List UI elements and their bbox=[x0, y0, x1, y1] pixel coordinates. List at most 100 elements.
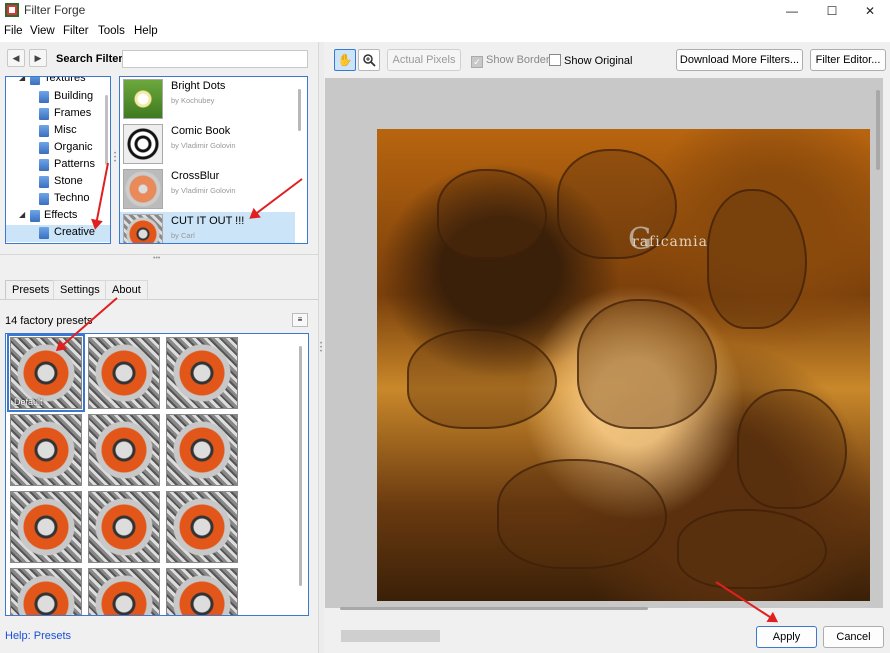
tree-item-patterns[interactable]: Patterns bbox=[6, 157, 110, 174]
window-title: Filter Forge bbox=[24, 3, 86, 17]
bottom-bar: Apply Cancel bbox=[325, 612, 890, 653]
filter-item-bright-dots[interactable]: Bright Dots by Kochubey bbox=[120, 77, 295, 122]
filter-name: CrossBlur bbox=[171, 170, 220, 182]
preset-caption: Default bbox=[14, 397, 43, 407]
preview-vertical-scrollbar[interactable] bbox=[876, 90, 880, 170]
help-presets-link[interactable]: Help: Presets bbox=[5, 630, 71, 642]
search-filters-input[interactable] bbox=[122, 50, 308, 68]
bright-dots-thumbnail bbox=[123, 79, 163, 119]
menu-filter[interactable]: Filter bbox=[63, 25, 89, 37]
preset-thumbnail[interactable] bbox=[166, 337, 238, 409]
preview-toolbar: ✋ Actual Pixels ✓ Show Border Show Origin… bbox=[325, 42, 890, 78]
tree-item-stone[interactable]: Stone bbox=[6, 174, 110, 191]
presets-grid: Default bbox=[5, 333, 309, 616]
preset-thumbnail[interactable] bbox=[10, 491, 82, 563]
checkbox-checked-icon: ✓ bbox=[471, 56, 483, 68]
preset-menu-icon[interactable]: ≡ bbox=[292, 313, 308, 327]
cancel-button[interactable]: Cancel bbox=[823, 626, 884, 648]
back-button[interactable]: ◀ bbox=[7, 49, 25, 67]
zoom-tool-icon[interactable] bbox=[358, 49, 380, 71]
minimize-button[interactable]: — bbox=[772, 0, 812, 22]
tab-settings[interactable]: Settings bbox=[53, 280, 107, 300]
apply-button[interactable]: Apply bbox=[756, 626, 817, 648]
vertical-splitter[interactable]: • • • bbox=[318, 42, 324, 653]
tree-item-label: Patterns bbox=[54, 158, 95, 170]
tree-item-label: Frames bbox=[54, 107, 92, 119]
show-border-label: Show Border bbox=[486, 54, 550, 66]
filter-item-comic-book[interactable]: Comic Book by Vladimir Golovin bbox=[120, 122, 295, 167]
preset-thumbnail[interactable]: Default bbox=[7, 334, 85, 412]
filter-author: by Vladimir Golovin bbox=[171, 186, 236, 195]
close-button[interactable]: ✕ bbox=[850, 0, 890, 22]
preset-thumbnail[interactable] bbox=[10, 414, 82, 486]
tab-about[interactable]: About bbox=[105, 280, 148, 300]
tree-item-organic[interactable]: Organic bbox=[6, 140, 110, 157]
tree-item-techno[interactable]: Techno bbox=[6, 191, 110, 208]
folder-icon bbox=[39, 91, 49, 103]
filter-list: Bright Dots by Kochubey Comic Book by Vl… bbox=[119, 76, 308, 244]
tree-item-frames[interactable]: Frames bbox=[6, 106, 110, 123]
forward-button[interactable]: ▶ bbox=[29, 49, 47, 67]
show-original-checkbox[interactable]: Show Original bbox=[549, 54, 632, 67]
preset-thumbnail[interactable] bbox=[166, 414, 238, 486]
checkbox-icon bbox=[549, 54, 561, 66]
preset-thumbnail[interactable] bbox=[88, 491, 160, 563]
preview-area[interactable]: Graficamia bbox=[325, 78, 883, 608]
filter-author: by Carl bbox=[171, 231, 195, 240]
tree-item-label: Effects bbox=[44, 209, 78, 221]
tree-item-label: Stone bbox=[54, 175, 83, 187]
menu-view[interactable]: View bbox=[30, 25, 55, 37]
preset-thumbnail[interactable] bbox=[88, 414, 160, 486]
crossblur-thumbnail bbox=[123, 169, 163, 209]
tree-item-label: Techno bbox=[54, 192, 90, 204]
filter-list-scrollbar[interactable] bbox=[298, 89, 301, 131]
filter-name: Comic Book bbox=[171, 125, 231, 137]
preset-thumbnail[interactable] bbox=[166, 491, 238, 563]
actual-pixels-button[interactable]: Actual Pixels bbox=[387, 49, 461, 71]
preset-thumbnail[interactable] bbox=[10, 568, 82, 615]
filter-editor-button[interactable]: Filter Editor... bbox=[810, 49, 886, 71]
menu-bar: File View Filter Tools Help bbox=[0, 22, 890, 42]
show-border-checkbox[interactable]: ✓ Show Border bbox=[471, 54, 550, 68]
hand-tool-icon[interactable]: ✋ bbox=[334, 49, 356, 71]
show-original-label: Show Original bbox=[564, 55, 633, 67]
folder-icon bbox=[39, 159, 49, 171]
folder-icon bbox=[39, 227, 49, 239]
maximize-button[interactable]: ☐ bbox=[812, 0, 852, 22]
tab-presets[interactable]: Presets bbox=[5, 280, 57, 300]
preview-horizontal-scrollbar[interactable] bbox=[340, 607, 648, 610]
tree-scrollbar[interactable] bbox=[105, 95, 108, 165]
filter-author: by Kochubey bbox=[171, 96, 215, 105]
menu-file[interactable]: File bbox=[4, 25, 23, 37]
presets-scrollbar[interactable] bbox=[299, 346, 302, 586]
filter-name: Bright Dots bbox=[171, 80, 226, 92]
folder-icon bbox=[39, 142, 49, 154]
title-bar: Filter Forge — ☐ ✕ bbox=[0, 0, 890, 22]
folder-icon bbox=[39, 125, 49, 137]
tree-item-misc[interactable]: Misc bbox=[6, 123, 110, 140]
tree-item-building[interactable]: Building bbox=[6, 89, 110, 106]
filter-item-cut-it-out[interactable]: CUT IT OUT !!! by Carl bbox=[120, 212, 295, 243]
preset-thumbnail[interactable] bbox=[88, 337, 160, 409]
expand-arrow-icon[interactable]: ◢ bbox=[19, 210, 25, 219]
watermark-logo: Graficamia bbox=[628, 222, 708, 257]
filter-author: by Vladimir Golovin bbox=[171, 141, 236, 150]
menu-help[interactable]: Help bbox=[134, 25, 158, 37]
tab-divider bbox=[0, 299, 318, 300]
expand-arrow-icon[interactable]: ◢ bbox=[19, 77, 25, 82]
filter-forge-app-icon bbox=[5, 3, 19, 17]
preset-thumbnail[interactable] bbox=[166, 568, 238, 615]
tree-item-label: Textures bbox=[44, 76, 86, 84]
settings-tabs: Presets Settings About bbox=[0, 280, 318, 300]
progress-bar bbox=[341, 630, 440, 642]
filter-name: CUT IT OUT !!! bbox=[171, 215, 245, 227]
tree-item-textures[interactable]: ◢ Textures bbox=[6, 76, 110, 88]
search-filters-label: Search Filters: bbox=[56, 53, 133, 65]
preset-thumbnail[interactable] bbox=[88, 568, 160, 615]
horizontal-splitter[interactable]: ••• bbox=[0, 254, 318, 262]
preview-image[interactable]: Graficamia bbox=[377, 129, 870, 601]
folder-icon bbox=[30, 210, 40, 222]
download-more-filters-button[interactable]: Download More Filters... bbox=[676, 49, 803, 71]
pane-splitter-handle[interactable]: • • • bbox=[114, 151, 116, 165]
menu-tools[interactable]: Tools bbox=[98, 25, 125, 37]
